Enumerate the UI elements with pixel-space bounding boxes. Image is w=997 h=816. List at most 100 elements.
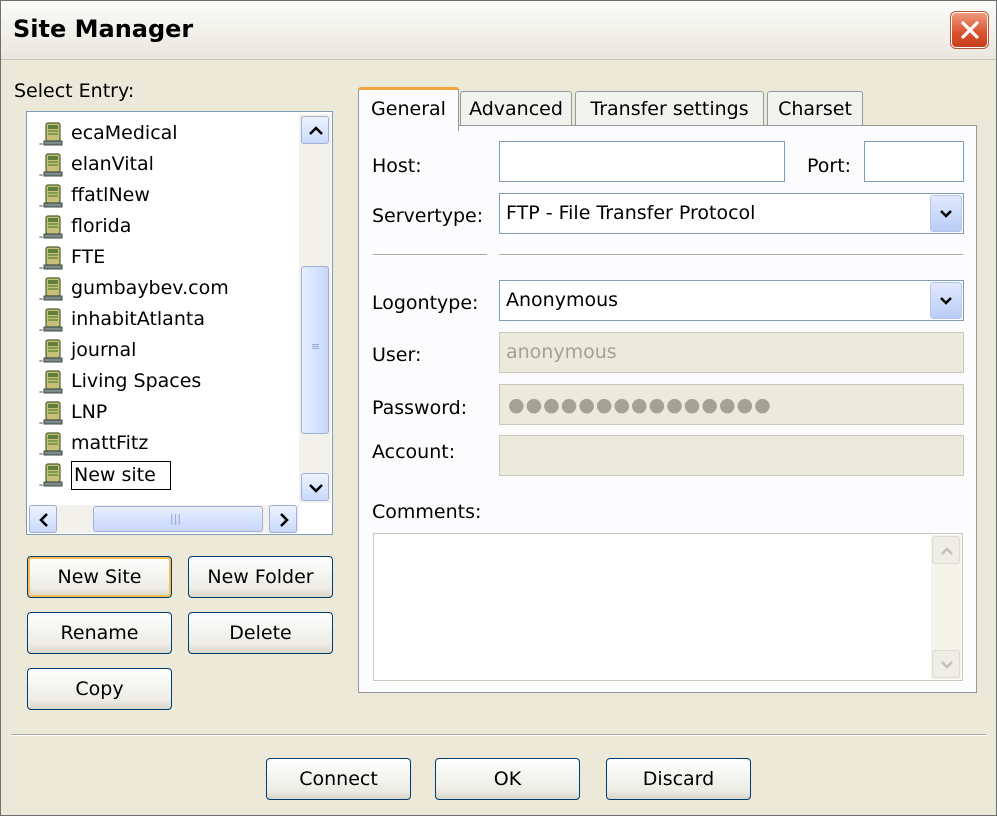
- port-input[interactable]: [864, 141, 964, 182]
- site-name: inhabitAtlanta: [71, 308, 205, 330]
- rename-button[interactable]: Rename: [27, 612, 172, 654]
- scroll-down-button[interactable]: [301, 473, 329, 501]
- site-list-item[interactable]: Living Spaces: [33, 366, 293, 396]
- site-list[interactable]: ecaMedical elanVital ffatlNew florida FT…: [26, 111, 333, 535]
- server-icon: [39, 183, 65, 214]
- port-label: Port:: [807, 155, 852, 177]
- select-entry-label: Select Entry:: [14, 80, 135, 102]
- user-input[interactable]: anonymous: [499, 332, 964, 373]
- server-icon: [39, 121, 65, 152]
- servertype-dropdown-button[interactable]: [930, 195, 962, 232]
- comments-scroll-up-button[interactable]: [932, 536, 960, 564]
- server-icon: [39, 400, 65, 431]
- chevron-up-icon: [309, 126, 323, 135]
- chevron-down-icon: [941, 661, 953, 669]
- site-name: journal: [71, 339, 137, 361]
- connect-button[interactable]: Connect: [266, 758, 411, 800]
- site-name: elanVital: [71, 153, 154, 175]
- server-icon: [39, 214, 65, 245]
- chevron-down-icon: [940, 297, 952, 305]
- account-input[interactable]: [499, 435, 964, 476]
- site-name: gumbaybev.com: [71, 277, 229, 299]
- site-list-item[interactable]: FTE: [33, 242, 293, 272]
- comments-textarea[interactable]: [373, 533, 963, 681]
- tab-transfer-settings[interactable]: Transfer settings: [575, 91, 764, 127]
- server-icon: [39, 431, 65, 462]
- site-name: FTE: [71, 246, 106, 268]
- tab-charset[interactable]: Charset: [767, 91, 863, 127]
- site-list-vertical-scrollbar[interactable]: ≡: [299, 114, 331, 503]
- tab-general[interactable]: General: [358, 87, 459, 131]
- horizontal-scroll-thumb[interactable]: |||: [93, 506, 263, 532]
- site-name: LNP: [71, 401, 108, 423]
- server-icon: [39, 369, 65, 400]
- servertype-select[interactable]: FTP - File Transfer Protocol: [499, 193, 964, 234]
- host-label: Host:: [372, 155, 422, 177]
- delete-button[interactable]: Delete: [188, 612, 333, 654]
- new-folder-button[interactable]: New Folder: [188, 556, 333, 598]
- site-manager-dialog: Site Manager Select Entry: ecaMedical el…: [0, 0, 997, 816]
- comments-scrollbar[interactable]: [931, 535, 961, 679]
- title-bar[interactable]: Site Manager: [1, 1, 996, 60]
- user-label: User:: [372, 344, 422, 366]
- logontype-dropdown-button[interactable]: [930, 282, 962, 319]
- new-site-button[interactable]: New Site: [27, 556, 172, 598]
- scroll-up-button[interactable]: [301, 116, 329, 144]
- site-list-item[interactable]: ecaMedical: [33, 118, 293, 148]
- site-list-item[interactable]: inhabitAtlanta: [33, 304, 293, 334]
- vertical-scroll-thumb[interactable]: ≡: [301, 266, 329, 434]
- discard-button[interactable]: Discard: [606, 758, 751, 800]
- logontype-value: Anonymous: [506, 289, 619, 311]
- account-label: Account:: [372, 441, 456, 463]
- grip-icon: |||: [170, 512, 182, 525]
- host-input[interactable]: [499, 141, 785, 182]
- site-list-item[interactable]: elanVital: [33, 149, 293, 179]
- close-icon: [961, 21, 979, 39]
- server-icon: [39, 307, 65, 338]
- user-value: anonymous: [506, 341, 617, 363]
- site-list-item[interactable]: florida: [33, 211, 293, 241]
- logontype-select[interactable]: Anonymous: [499, 280, 964, 321]
- scroll-right-button[interactable]: [269, 505, 297, 533]
- close-button[interactable]: [950, 11, 989, 49]
- site-list-item[interactable]: LNP: [33, 397, 293, 427]
- site-name: ecaMedical: [71, 122, 178, 144]
- chevron-up-icon: [941, 547, 953, 555]
- ok-button[interactable]: OK: [435, 758, 580, 800]
- site-list-item[interactable]: ffatlNew: [33, 180, 293, 210]
- site-list-item[interactable]: mattFitz: [33, 428, 293, 458]
- chevron-down-icon: [309, 484, 323, 493]
- site-list-horizontal-scrollbar[interactable]: |||: [29, 505, 299, 533]
- copy-button[interactable]: Copy: [27, 668, 172, 710]
- scroll-left-button[interactable]: [29, 505, 57, 533]
- site-name: Living Spaces: [71, 370, 202, 392]
- logontype-label: Logontype:: [372, 292, 479, 314]
- chevron-right-icon: [280, 513, 289, 527]
- window-title: Site Manager: [13, 15, 194, 43]
- site-name: mattFitz: [71, 432, 149, 454]
- servertype-label: Servertype:: [372, 205, 484, 227]
- comments-label: Comments:: [372, 501, 482, 523]
- separator-left: [373, 254, 487, 256]
- site-list-item[interactable]: New site: [33, 459, 293, 490]
- site-list-item[interactable]: gumbaybev.com: [33, 273, 293, 303]
- password-value: ●●●●●●●●●●●●●●●: [508, 394, 772, 416]
- site-name: New site: [71, 461, 171, 490]
- grip-icon: ≡: [311, 340, 321, 353]
- bottom-separator: [11, 734, 986, 736]
- server-icon: [39, 462, 65, 493]
- site-name: florida: [71, 215, 132, 237]
- password-label: Password:: [372, 397, 468, 419]
- tab-advanced[interactable]: Advanced: [460, 91, 572, 127]
- server-icon: [39, 152, 65, 183]
- servertype-value: FTP - File Transfer Protocol: [506, 202, 756, 224]
- comments-scroll-down-button[interactable]: [932, 650, 960, 678]
- server-icon: [39, 245, 65, 276]
- site-name: ffatlNew: [71, 184, 150, 206]
- password-input[interactable]: ●●●●●●●●●●●●●●●: [499, 384, 964, 425]
- chevron-down-icon: [940, 210, 952, 218]
- server-icon: [39, 276, 65, 307]
- site-list-item[interactable]: journal: [33, 335, 293, 365]
- chevron-left-icon: [39, 513, 48, 527]
- separator-right: [499, 254, 963, 256]
